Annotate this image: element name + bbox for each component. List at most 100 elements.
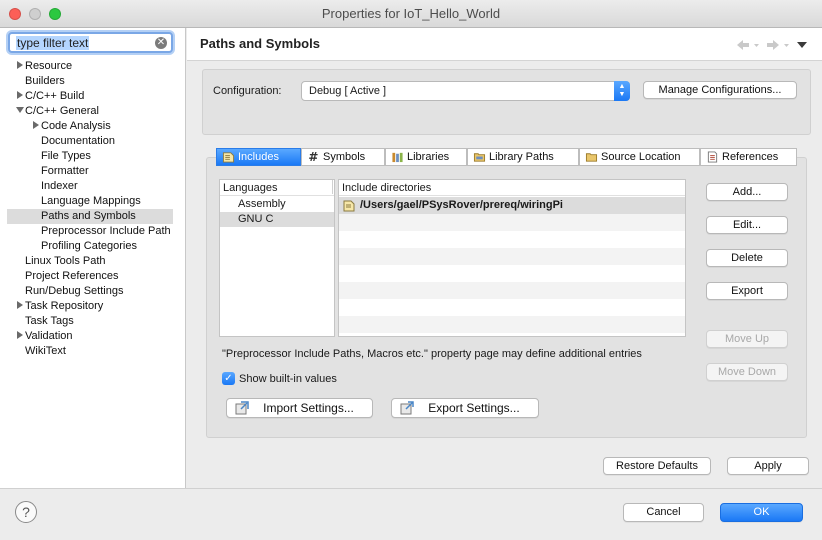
tree-item[interactable]: Task Repository	[17, 299, 103, 314]
tree-item-label: Preprocessor Include Path	[41, 225, 171, 237]
tree-item-label: Linux Tools Path	[25, 255, 106, 267]
tree-item-label: Project References	[25, 270, 119, 282]
delete-button[interactable]: Delete	[706, 249, 788, 267]
tree-item-label: Validation	[25, 330, 73, 342]
apply-button[interactable]: Apply	[727, 457, 809, 475]
forward-arrow-icon[interactable]	[767, 40, 789, 50]
references-icon	[707, 151, 718, 163]
tree-item[interactable]: C/C++ Build	[17, 89, 85, 104]
tab-label: Library Paths	[489, 151, 554, 163]
list-stripe	[339, 333, 685, 336]
configuration-select[interactable]: Debug [ Active ] ▲ ▼	[301, 81, 630, 101]
export-settings-label: Export Settings...	[428, 401, 520, 415]
tab-includes[interactable]: Includes	[216, 148, 301, 166]
column-divider[interactable]	[332, 180, 334, 194]
back-arrow-icon[interactable]	[737, 40, 759, 50]
includes-icon	[222, 152, 235, 163]
hash-icon: #	[308, 151, 318, 163]
tree-item[interactable]: Profiling Categories	[41, 239, 137, 254]
tree-item[interactable]: Builders	[25, 74, 65, 89]
manage-configurations-button[interactable]: Manage Configurations...	[643, 81, 797, 99]
list-stripe	[339, 282, 685, 299]
view-menu-icon[interactable]	[797, 42, 807, 48]
tab-references[interactable]: References	[700, 148, 797, 166]
list-stripe	[339, 214, 685, 231]
cancel-button[interactable]: Cancel	[623, 503, 704, 522]
tree-item[interactable]: Preprocessor Include Path	[41, 224, 171, 239]
clear-filter-icon[interactable]: ✕	[155, 37, 167, 49]
tree-item-label: Profiling Categories	[41, 240, 137, 252]
include-directory-path: /Users/gael/PSysRover/prereq/wiringPi	[360, 199, 563, 211]
show-builtin-label: Show built-in values	[239, 373, 337, 385]
select-stepper-icon: ▲ ▼	[614, 81, 630, 101]
import-icon	[235, 401, 249, 415]
tree-item-label: C/C++ General	[25, 105, 99, 117]
import-settings-button[interactable]: Import Settings...	[226, 398, 373, 418]
tree-item[interactable]: Run/Debug Settings	[25, 284, 123, 299]
additional-entries-note: "Preprocessor Include Paths, Macros etc.…	[222, 348, 642, 360]
tree-item[interactable]: Resource	[17, 59, 72, 74]
collapse-arrow-icon[interactable]	[16, 107, 24, 113]
tree-item-label: Indexer	[41, 180, 78, 192]
import-settings-label: Import Settings...	[263, 401, 354, 415]
tree-item[interactable]: Project References	[25, 269, 119, 284]
tab-source-location[interactable]: Source Location	[579, 148, 700, 166]
expand-arrow-icon[interactable]	[17, 301, 23, 309]
tree-item-label: Builders	[25, 75, 65, 87]
tab-libraries[interactable]: Libraries	[385, 148, 467, 166]
tree-item[interactable]: WikiText	[25, 344, 66, 359]
tree-item-label: Formatter	[41, 165, 89, 177]
move-down-button[interactable]: Move Down	[706, 363, 788, 381]
tab-symbols[interactable]: # Symbols	[301, 148, 385, 166]
language-item[interactable]: GNU C	[220, 212, 334, 227]
filter-input-value: type filter text	[16, 36, 90, 50]
list-stripe	[339, 231, 685, 248]
help-icon[interactable]: ?	[15, 501, 37, 523]
languages-list[interactable]: Languages Assembly GNU C	[219, 179, 335, 337]
filter-input-box[interactable]: type filter text ✕	[8, 32, 173, 53]
expand-arrow-icon[interactable]	[17, 91, 23, 99]
languages-header: Languages	[220, 180, 334, 196]
expand-arrow-icon[interactable]	[17, 331, 23, 339]
include-folder-icon	[343, 200, 355, 212]
include-directory-item[interactable]: /Users/gael/PSysRover/prereq/wiringPi	[339, 197, 685, 214]
tree-item-label: Code Analysis	[41, 120, 111, 132]
export-icon	[400, 401, 414, 415]
tree-item[interactable]: Documentation	[41, 134, 115, 149]
include-directories-list[interactable]: Include directories /Users/gael/PSysRove…	[338, 179, 686, 337]
tree-item[interactable]: Code Analysis	[33, 119, 111, 134]
list-stripe	[339, 248, 685, 265]
tree-item-label: C/C++ Build	[25, 90, 85, 102]
show-builtin-checkbox[interactable]: ✓	[222, 372, 235, 385]
tab-label: Includes	[238, 151, 279, 163]
tree-item[interactable]: Language Mappings	[41, 194, 141, 209]
tree-item[interactable]: File Types	[41, 149, 91, 164]
expand-arrow-icon[interactable]	[17, 61, 23, 69]
tree-item[interactable]: Paths and Symbols	[7, 209, 173, 224]
expand-arrow-icon[interactable]	[33, 121, 39, 129]
history-nav	[737, 40, 807, 50]
ok-button[interactable]: OK	[720, 503, 803, 522]
tree-item[interactable]: Validation	[17, 329, 73, 344]
move-up-button[interactable]: Move Up	[706, 330, 788, 348]
export-settings-button[interactable]: Export Settings...	[391, 398, 539, 418]
tab-library-paths[interactable]: Library Paths	[467, 148, 579, 166]
tab-label: Symbols	[323, 151, 366, 163]
edit-button[interactable]: Edit...	[706, 216, 788, 234]
configuration-label: Configuration:	[213, 85, 282, 97]
tree-item[interactable]: Task Tags	[25, 314, 74, 329]
tree-item-label: Task Tags	[25, 315, 74, 327]
tree-item[interactable]: Linux Tools Path	[25, 254, 106, 269]
restore-defaults-button[interactable]: Restore Defaults	[603, 457, 711, 475]
tree-item-label: Run/Debug Settings	[25, 285, 124, 297]
add-button[interactable]: Add...	[706, 183, 788, 201]
libraries-icon	[392, 152, 403, 163]
tree-item[interactable]: Formatter	[41, 164, 89, 179]
tab-label: Source Location	[601, 151, 681, 163]
tree-item[interactable]: C/C++ General	[16, 104, 99, 119]
export-button[interactable]: Export	[706, 282, 788, 300]
tree-item[interactable]: Indexer	[41, 179, 78, 194]
language-item[interactable]: Assembly	[220, 197, 334, 212]
configuration-value: Debug [ Active ]	[309, 85, 387, 97]
tree-item-label: File Types	[41, 150, 91, 162]
